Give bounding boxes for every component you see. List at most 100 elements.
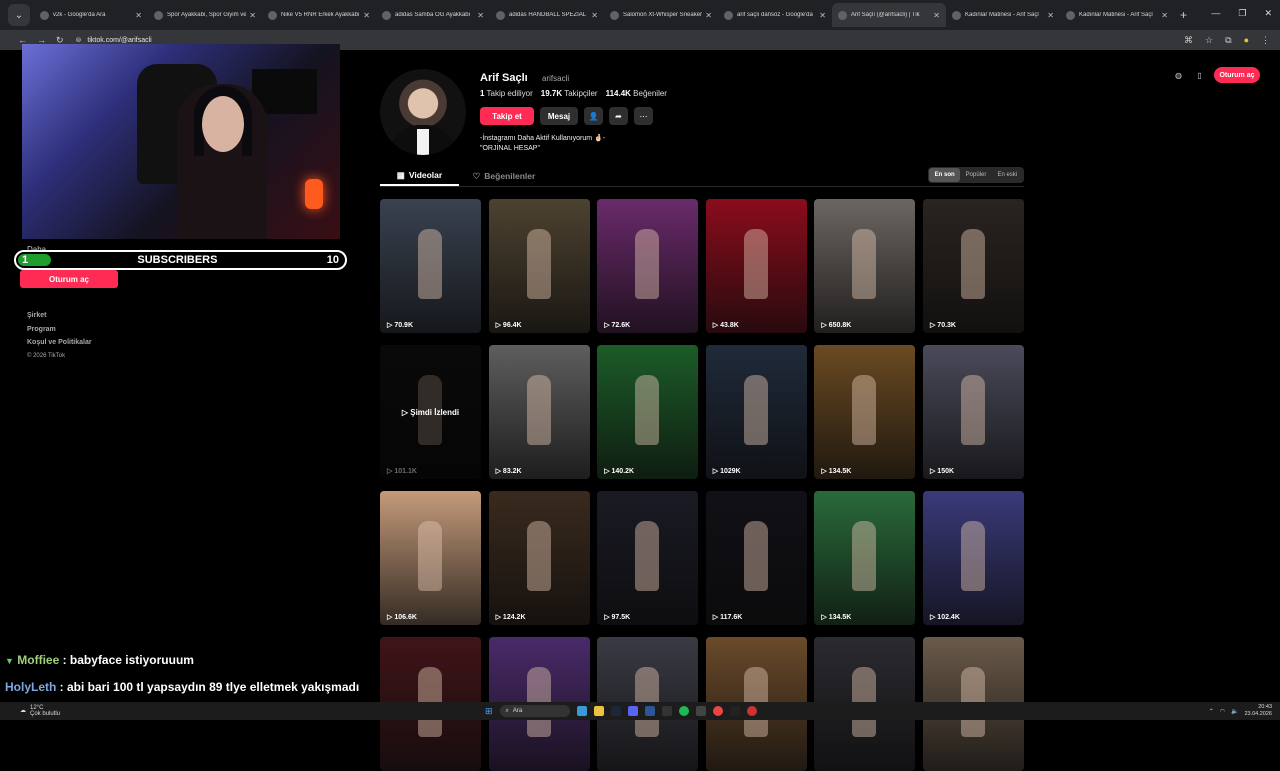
extensions-icon[interactable]: ⧉ <box>1225 35 1231 46</box>
phone-icon[interactable]: ▯ <box>1193 69 1206 82</box>
browser-tab[interactable]: Kadınlar Matinesi - Arif Saçl ✕ <box>946 3 1060 27</box>
close-tab-icon[interactable]: ✕ <box>135 11 142 20</box>
browser-tab[interactable]: v2k - Google'da Ara ✕ <box>34 3 148 27</box>
followers-stat[interactable]: 19.7K Takipçiler <box>541 89 598 98</box>
clock-date: 23.04.2026 <box>1244 711 1272 717</box>
share-icon[interactable]: ➦ <box>609 107 628 125</box>
sort-popular[interactable]: Popüler <box>960 168 991 182</box>
video-thumbnail[interactable]: ▷ 83.2K <box>488 345 590 479</box>
tray-chevron-icon[interactable]: ⌃ <box>1209 708 1214 715</box>
discord-icon[interactable] <box>627 706 638 716</box>
close-tab-icon[interactable]: ✕ <box>363 11 370 20</box>
close-tab-icon[interactable]: ✕ <box>933 11 940 20</box>
video-figure <box>526 521 551 591</box>
video-thumbnail[interactable]: ▷ 117.6K <box>705 491 807 625</box>
steam-icon[interactable] <box>610 706 621 716</box>
apps-icon[interactable]: ◍ <box>1172 69 1185 82</box>
profile-avatar-icon[interactable]: ● <box>1244 35 1249 46</box>
video-views: ▷ 102.4K <box>929 614 960 621</box>
url-input[interactable]: tiktok.com/@arifsacli <box>87 37 151 44</box>
video-thumbnail[interactable]: ▷ 102.4K <box>922 491 1024 625</box>
video-figure <box>635 521 660 591</box>
maximize-button[interactable]: ❐ <box>1238 8 1246 19</box>
clock[interactable]: 20:43 23.04.2026 <box>1244 704 1272 718</box>
new-tab-button[interactable]: + <box>1180 8 1187 22</box>
volume-icon[interactable]: 🔈 <box>1231 708 1238 715</box>
browser-tab[interactable]: adidas HANDBALL SPEZIAL U ✕ <box>490 3 604 27</box>
wifi-icon[interactable]: ◠ <box>1220 708 1225 715</box>
weather-widget[interactable]: ☁ 12°C Çok bulutlu <box>20 705 60 717</box>
add-friend-icon[interactable]: 👤 <box>584 107 603 125</box>
site-info-icon[interactable]: ⊜ <box>76 36 82 44</box>
browser-tab[interactable]: Spor Ayakkabı, Spor Giyim ve ✕ <box>148 3 262 27</box>
video-thumbnail[interactable]: ▷ 72.6K <box>597 199 699 333</box>
browser-tab-title: adidas HANDBALL SPEZIAL U <box>509 12 589 18</box>
video-thumbnail[interactable]: ▷ 134.5K <box>814 491 916 625</box>
video-thumbnail[interactable]: ▷ 140.2K <box>597 345 699 479</box>
browser-tab[interactable]: Arif Saçlı (@arifsacli) | Tik ✕ <box>832 3 946 27</box>
video-thumbnail[interactable]: ▷ 1029K <box>705 345 807 479</box>
video-thumbnail[interactable]: ▷ 97.5K <box>597 491 699 625</box>
video-thumbnail[interactable]: ▷ 650.8K <box>814 199 916 333</box>
sort-latest[interactable]: En son <box>929 168 961 182</box>
close-tab-icon[interactable]: ✕ <box>819 11 826 20</box>
video-thumbnail[interactable]: ▷ 43.8K <box>705 199 807 333</box>
tab-search-button[interactable]: ⌄ <box>8 4 30 26</box>
video-figure <box>743 229 768 299</box>
footer-link-company[interactable]: Şirket <box>27 309 92 323</box>
footer-link-terms[interactable]: Koşul ve Politikalar <box>27 336 92 350</box>
video-views: ▷ 134.5K <box>821 468 852 475</box>
app-icon[interactable] <box>644 706 655 716</box>
clock-time: 20:43 <box>1258 704 1272 710</box>
sort-oldest[interactable]: En eski <box>992 168 1023 182</box>
chrome-icon[interactable] <box>712 706 723 716</box>
video-thumbnail[interactable]: ▷ 106.6K <box>380 491 481 625</box>
close-window-button[interactable]: ✕ <box>1264 8 1272 19</box>
minimize-button[interactable]: — <box>1211 8 1220 19</box>
bookmark-star-icon[interactable]: ☆ <box>1205 35 1213 46</box>
windows-start-icon[interactable]: ⊞ <box>485 706 493 717</box>
video-thumbnail[interactable]: ▷ 124.2K <box>488 491 590 625</box>
browser-tab[interactable]: Kadınlar Matinesi - Arif Saçl ✕ <box>1060 3 1174 27</box>
more-options-icon[interactable]: ⋯ <box>634 107 653 125</box>
video-thumbnail[interactable]: ▷ Şimdi İzlendi ▷ 101.1K <box>380 345 481 479</box>
browser-tab[interactable]: Nike V5 RNR Erkek Ayakkabı ✕ <box>262 3 376 27</box>
browser-tab[interactable]: adidas Samba OG Ayakkabı ✕ <box>376 3 490 27</box>
app-icon[interactable] <box>695 706 706 716</box>
following-stat[interactable]: 1 Takip ediliyor <box>480 89 533 98</box>
obs-icon[interactable] <box>729 706 740 716</box>
video-thumbnail[interactable]: ▷ 70.3K <box>922 199 1024 333</box>
app-icon[interactable] <box>746 706 757 716</box>
header-login-button[interactable]: Oturum aç <box>1214 67 1260 83</box>
close-tab-icon[interactable]: ✕ <box>477 11 484 20</box>
taskbar-search[interactable]: ⌕ Ara <box>499 705 570 717</box>
browser-tab[interactable]: arif saçlı dansöz - Google'da ✕ <box>718 3 832 27</box>
site-icon <box>952 10 961 20</box>
browser-tab[interactable]: Salomon Xt-Whisper Sneaker ✕ <box>604 3 718 27</box>
sidebar-login-button[interactable]: Oturum aç <box>20 270 118 288</box>
profile-avatar[interactable] <box>380 69 466 155</box>
browser-tab-bar: ⌄ v2k - Google'da Ara ✕ Spor Ayakkabı, Spo… <box>0 0 1280 30</box>
close-tab-icon[interactable]: ✕ <box>705 11 712 20</box>
close-tab-icon[interactable]: ✕ <box>249 11 256 20</box>
close-tab-icon[interactable]: ✕ <box>1161 11 1168 20</box>
translate-icon[interactable]: ⌘ <box>1184 35 1193 46</box>
spotify-icon[interactable] <box>678 706 689 716</box>
video-thumbnail[interactable]: ▷ 70.9K <box>380 199 481 333</box>
app-icon[interactable] <box>661 706 672 716</box>
message-button[interactable]: Mesaj <box>540 107 578 125</box>
tab-liked[interactable]: ♡ Beğenilenler <box>459 166 549 186</box>
close-tab-icon[interactable]: ✕ <box>1047 11 1054 20</box>
video-thumbnail[interactable]: ▷ 134.5K <box>814 345 916 479</box>
app-icon[interactable] <box>576 706 587 716</box>
folder-icon[interactable] <box>593 706 604 716</box>
footer-link-program[interactable]: Program <box>27 323 92 337</box>
close-tab-icon[interactable]: ✕ <box>591 11 598 20</box>
video-figure <box>418 229 442 299</box>
video-thumbnail[interactable]: ▷ 96.4K <box>488 199 590 333</box>
tab-videos[interactable]: ▦ Videolar <box>380 166 459 186</box>
menu-dots-icon[interactable]: ⋮ <box>1261 35 1270 46</box>
video-thumbnail[interactable]: ▷ 150K <box>922 345 1024 479</box>
follow-button[interactable]: Takip et <box>480 107 534 125</box>
chat-username: HolyLeth <box>5 680 57 694</box>
